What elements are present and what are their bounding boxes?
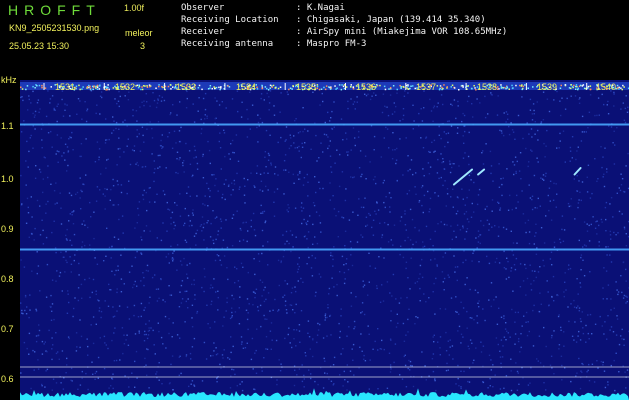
meteor-count-label: meleor [125, 28, 153, 38]
spectrogram-plot: 1531 1532 1533 1534 1535 1536 1537 1538 … [20, 80, 629, 400]
meteor-echo [573, 167, 582, 176]
x-tick-label: 1538 [477, 82, 498, 92]
info-label-receiver: Receiver [181, 27, 225, 37]
meteor-count-value: 3 [140, 41, 146, 51]
x-tick-label: 1533 [176, 82, 197, 92]
info-label-observer: Observer [181, 3, 225, 13]
y-tick-label: 0.6 [1, 374, 14, 384]
y-axis: kHz 1.1 1.0 0.9 0.8 0.7 0.6 [0, 76, 20, 400]
file-name: KN9_2505231530.png [9, 23, 100, 33]
info-value-observer: : K.Nagai [296, 3, 345, 13]
x-tick-label: 1537 [416, 82, 437, 92]
y-tick-label: 0.8 [1, 274, 14, 284]
info-label-antenna: Receiving antenna [181, 39, 274, 49]
x-tick-label: 1532 [115, 82, 136, 92]
y-tick-label: 0.9 [1, 224, 14, 234]
version-label: 1.00f [124, 3, 145, 13]
timestamp: 25.05.23 15:30 [9, 41, 70, 51]
x-tick-label: 1531 [55, 82, 76, 92]
app-title: HROFFT [8, 2, 101, 18]
signal-trace [20, 388, 629, 400]
x-tick-label: 1536 [356, 82, 377, 92]
header-panel: HROFFT 1.00f KN9_2505231530.png 25.05.23… [0, 0, 629, 80]
info-value-antenna: : Maspro FM-3 [296, 39, 367, 49]
x-tick-label: 1540 [596, 82, 617, 92]
spectrogram-svg [20, 82, 629, 400]
meteor-echo [452, 168, 474, 186]
info-value-location: : Chigasaki, Japan (139.414 35.340) [296, 15, 486, 25]
x-tick-label: 1539 [537, 82, 558, 92]
info-label-location: Receiving Location [181, 15, 279, 25]
y-tick-label: 0.7 [1, 324, 14, 334]
x-tick-label: 1535 [296, 82, 317, 92]
info-value-receiver: : AirSpy mini (Miakejima VOR 108.65MHz) [296, 27, 508, 37]
noise-field [20, 90, 629, 392]
y-axis-unit: kHz [1, 75, 17, 85]
y-tick-label: 1.0 [1, 174, 14, 184]
meteor-echo [477, 168, 486, 176]
x-tick-label: 1534 [236, 82, 257, 92]
y-tick-label: 1.1 [1, 121, 14, 131]
